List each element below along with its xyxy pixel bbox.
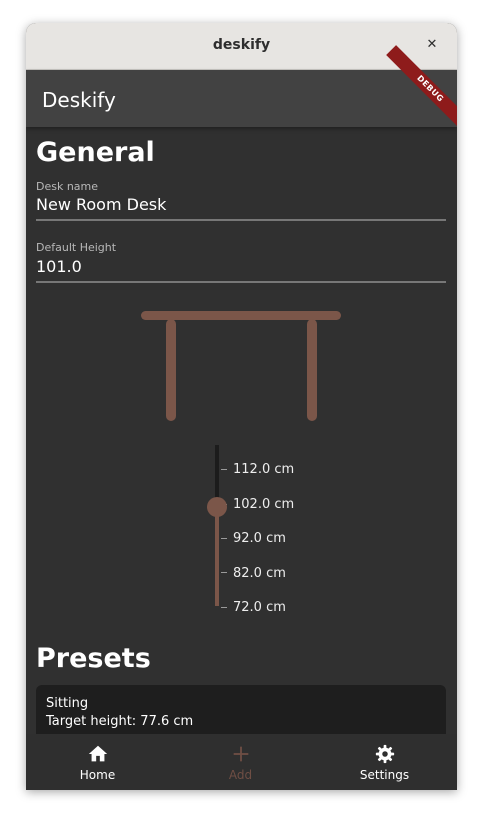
nav-home-label: Home [79,768,116,782]
title-bar[interactable]: deskify ✕ [26,23,457,70]
default-height-label: Default Height [36,241,117,254]
close-button[interactable]: ✕ [421,34,443,56]
slider-thumb[interactable] [207,497,227,517]
slider-tick [221,469,227,470]
desk-leg-left [166,319,176,421]
nav-settings-label: Settings [359,768,410,782]
slider-tick-label: 72.0 cm [233,600,286,615]
app-window: deskify ✕ Deskify DEBUG General Desk nam… [26,23,457,790]
default-height-input[interactable] [36,257,446,276]
app-bar: Deskify DEBUG [26,45,457,133]
slider-tick-label: 102.0 cm [233,497,295,512]
preset-name: Sitting [46,696,89,711]
app-title: Deskify [42,88,116,112]
home-icon [26,743,169,765]
preset-target-height: Target height: 77.6 cm [46,714,194,729]
slider-tick-label: 92.0 cm [233,531,286,546]
desk-name-input[interactable] [36,195,446,214]
desk-name-label: Desk name [36,180,99,193]
slider-tick-label: 82.0 cm [233,566,286,581]
slider-tick-label: 112.0 cm [233,462,295,477]
default-height-underline [36,281,446,283]
nav-settings[interactable]: Settings [312,734,457,790]
desk-name-underline [36,219,446,221]
nav-home[interactable]: Home [26,734,169,790]
desk-leg-right [307,319,317,421]
slider-tick [221,607,227,608]
presets-heading: Presets [36,643,151,674]
gear-icon [312,743,457,765]
slider-tick [221,538,227,539]
general-heading: General [36,137,155,168]
slider-tick [221,572,227,573]
slider-track-active[interactable] [215,509,219,606]
nav-add-label: Add [228,768,253,782]
plus-icon [169,743,312,765]
close-icon: ✕ [426,37,438,52]
bottom-navigation: Home Add Settings [26,734,457,790]
nav-add[interactable]: Add [169,734,312,790]
